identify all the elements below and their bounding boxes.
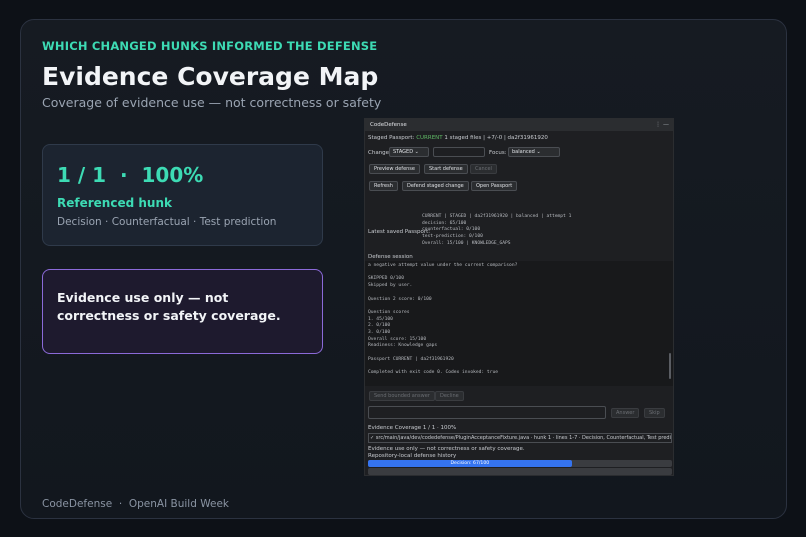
disclaimer-text: Evidence use only — not correctness or s… <box>57 290 281 323</box>
preview-defense-button[interactable]: Preview defense <box>369 164 420 174</box>
console-scrollbar[interactable] <box>669 353 671 379</box>
history-bar-decision: Decision: 67/100 <box>368 460 672 467</box>
skip-button[interactable]: Skip <box>644 408 665 418</box>
open-passport-button[interactable]: Open Passport <box>471 181 518 191</box>
change-text-input[interactable] <box>433 147 485 157</box>
staged-status-badge: CURRENT <box>416 135 443 141</box>
console-output: a negative attempt value under the curre… <box>368 263 518 376</box>
coverage-hunk-item[interactable]: ✓ src/main/java/dev/codedefense/PluginAc… <box>368 433 672 443</box>
refresh-button[interactable]: Refresh <box>369 181 398 191</box>
defense-session-label: Defense session <box>368 254 413 260</box>
staged-passport-line: Staged Passport: CURRENT 1 staged files … <box>368 135 548 141</box>
coverage-metric-label: Referenced hunk <box>57 196 172 210</box>
saved-passport-details: CURRENT | STAGED | da2f31961920 | balanc… <box>422 214 572 246</box>
ide-menu-icon[interactable]: ⋮ — <box>655 121 669 128</box>
footer: CodeDefense · OpenAI Build Week <box>42 498 229 510</box>
eyebrow: WHICH CHANGED HUNKS INFORMED THE DEFENSE <box>42 39 378 53</box>
answer-button[interactable]: Answer <box>611 408 640 418</box>
change-select[interactable]: STAGED ⌄ <box>389 147 429 157</box>
coverage-metric-sub: Decision · Counterfactual · Test predict… <box>57 216 277 228</box>
staged-label: Staged Passport: <box>368 135 415 141</box>
ide-header: CodeDefense ⋮ — <box>365 119 673 131</box>
saved-passport-label: Latest saved Passport: <box>368 229 431 235</box>
defend-staged-button[interactable]: Defend staged change <box>402 181 469 191</box>
coverage-metric-value: 1 / 1 · 100% <box>57 163 204 187</box>
start-defense-button[interactable]: Start defense <box>424 164 468 174</box>
focus-label: Focus: <box>489 150 507 156</box>
history-bar-2 <box>368 468 672 475</box>
coverage-title: Evidence Coverage 1 / 1 · 100% <box>368 425 457 431</box>
page-subtitle: Coverage of evidence use — not correctne… <box>42 95 382 110</box>
decline-button[interactable]: Decline <box>435 391 464 401</box>
ide-tool-window: CodeDefense ⋮ — Staged Passport: CURRENT… <box>364 118 674 476</box>
coverage-note: Evidence use only — not correctness or s… <box>368 446 525 452</box>
answer-input[interactable] <box>368 406 606 419</box>
staged-details: 1 staged files | +7/-0 | da2f31961920 <box>444 135 548 141</box>
history-bar-label: Decision: 67/100 <box>450 461 490 466</box>
page-title: Evidence Coverage Map <box>42 62 379 91</box>
focus-select[interactable]: balanced ⌄ <box>508 147 560 157</box>
coverage-metric-card: 1 / 1 · 100% Referenced hunk Decision · … <box>42 144 323 246</box>
session-console[interactable]: a negative attempt value under the curre… <box>365 261 673 386</box>
change-label: Change: <box>368 150 391 156</box>
disclaimer-card: Evidence use only — not correctness or s… <box>42 269 323 354</box>
history-label: Repository-local defense history <box>368 453 457 459</box>
cancel-button[interactable]: Cancel <box>470 164 497 174</box>
send-answer-button[interactable]: Send bounded answer <box>369 391 435 401</box>
slide-frame: WHICH CHANGED HUNKS INFORMED THE DEFENSE… <box>20 19 787 519</box>
ide-window-title: CodeDefense <box>370 122 407 128</box>
